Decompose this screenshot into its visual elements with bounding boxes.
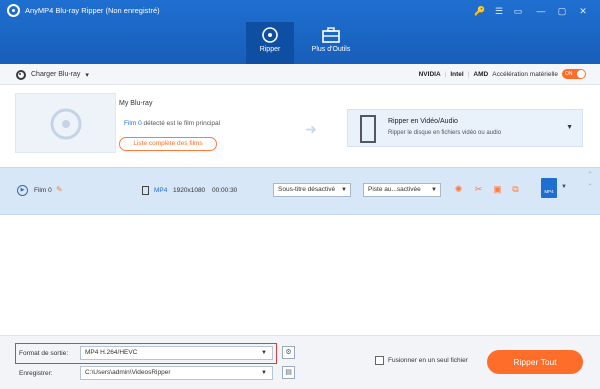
folder-icon[interactable]: ▤ [282,366,295,379]
maximize-icon[interactable]: ▢ [555,4,569,18]
subtitle-select[interactable]: Sous-titre désactivé ▼ [273,183,351,197]
intel-label: Intel [450,70,464,78]
acceleration-label: Accélération matérielle [492,70,558,78]
rip-all-button[interactable]: Ripper Tout [487,350,583,374]
edit-pen-icon[interactable]: ✎ [56,185,63,194]
film-name: Film 0 [34,187,52,194]
amd-label: AMD [473,70,489,78]
chevron-down-icon: ▼ [566,124,573,131]
tab-plus-outils-label: Plus d'Outils [311,46,351,53]
source-panel: My Blu-ray Film 0 détecté est le film pr… [15,93,583,153]
window-title: AnyMP4 Blu-ray Ripper (Non enregistré) [25,6,160,15]
feedback-icon[interactable]: ▭ [511,4,525,18]
audio-track-select-value: Piste au...sactivée [368,186,421,193]
main-film-text: détecté est le film principal [141,120,221,127]
output-format-value: MP4 H.264/HEVC [85,349,138,356]
tab-plus-outils[interactable]: Plus d'Outils [305,22,357,64]
hardware-acceleration: NVIDIA | Intel | AMD Accélération matéri… [419,69,586,79]
acceleration-toggle[interactable]: ON [562,69,586,79]
disc-icon [16,69,26,80]
bluray-thumbnail [15,93,116,153]
subtitle-edit-icon[interactable]: ▣ [492,184,503,195]
reorder-arrows[interactable]: ⌃ ⌄ [586,171,594,189]
chevron-down-icon[interactable]: ▼ [561,184,567,190]
effects-icon[interactable]: ✺ [453,184,464,195]
bluray-logo-icon [50,108,82,140]
merge-checkbox[interactable] [375,356,384,365]
film-strip-icon [360,115,376,143]
chevron-down-icon: ▾ [85,71,89,79]
film-duration: 00:00:30 [212,187,238,194]
app-logo-icon [7,4,20,17]
load-bluray-label: Charger Blu-ray [31,71,81,78]
menu-icon[interactable]: ☰ [492,4,506,18]
app-header: AnyMP4 Blu-ray Ripper (Non enregistré) 🔑… [0,0,600,64]
film-format: MP4 [154,187,168,194]
toolbox-icon [320,27,342,43]
main-film-info: Film 0 détecté est le film principal [124,120,220,127]
toolbar: Charger Blu-ray ▾ NVIDIA | Intel | AMD A… [0,64,600,85]
tab-ripper[interactable]: Ripper [246,22,294,64]
chevron-down-icon: ▼ [341,187,347,193]
close-icon[interactable]: ✕ [576,4,590,18]
key-icon[interactable]: 🔑 [473,4,487,18]
disc-title: My Blu-ray [119,100,153,107]
film-row: ▶ Film 0 ✎ MP4 1920x1080 00:00:30 Sous-t… [0,167,600,215]
tab-ripper-label: Ripper [259,46,281,53]
main-film-link[interactable]: Film 0 [124,120,142,127]
merge-label: Fusionner en un seul fichier [388,357,468,364]
audio-track-select[interactable]: Piste au...sactivée ▼ [363,183,441,197]
play-icon[interactable]: ▶ [17,185,28,196]
save-path-select[interactable]: C:\Users\admin\VideosRipper ▼ [80,366,273,380]
title-bar: AnyMP4 Blu-ray Ripper (Non enregistré) 🔑… [0,0,600,22]
subtitle-select-value: Sous-titre désactivé [278,186,336,193]
load-bluray-button[interactable]: Charger Blu-ray ▾ [16,68,89,81]
cut-icon[interactable]: ✂ [473,184,484,195]
full-film-list-button[interactable]: Liste complète des films [119,137,217,151]
video-file-icon [142,186,149,195]
format-settings-icon[interactable]: ⚙ [282,346,295,359]
minimize-icon[interactable]: — [534,4,548,18]
output-format-badge[interactable]: MP4 [541,178,557,198]
save-path-value: C:\Users\admin\VideosRipper [85,369,171,376]
compress-icon[interactable]: ⧉ [510,184,521,195]
output-format-select[interactable]: MP4 H.264/HEVC ▼ [80,346,273,360]
chevron-down-icon: ▼ [261,350,267,356]
arrow-right-icon: ➜ [305,121,317,137]
rip-mode-subtitle: Ripper le disque en fichiers vidéo ou au… [388,130,502,136]
save-label: Enregistrer: [19,370,53,377]
rip-mode-selector[interactable]: Ripper en Vidéo/Audio Ripper le disque e… [347,109,583,147]
disc-rip-icon [259,27,281,43]
rip-mode-title: Ripper en Vidéo/Audio [388,118,458,125]
output-format-label: Format de sortie: [19,350,69,357]
chevron-down-icon: ▼ [261,370,267,376]
film-resolution: 1920x1080 [173,187,206,194]
chevron-down-icon: ▼ [431,187,437,193]
nvidia-label: NVIDIA [418,70,441,78]
